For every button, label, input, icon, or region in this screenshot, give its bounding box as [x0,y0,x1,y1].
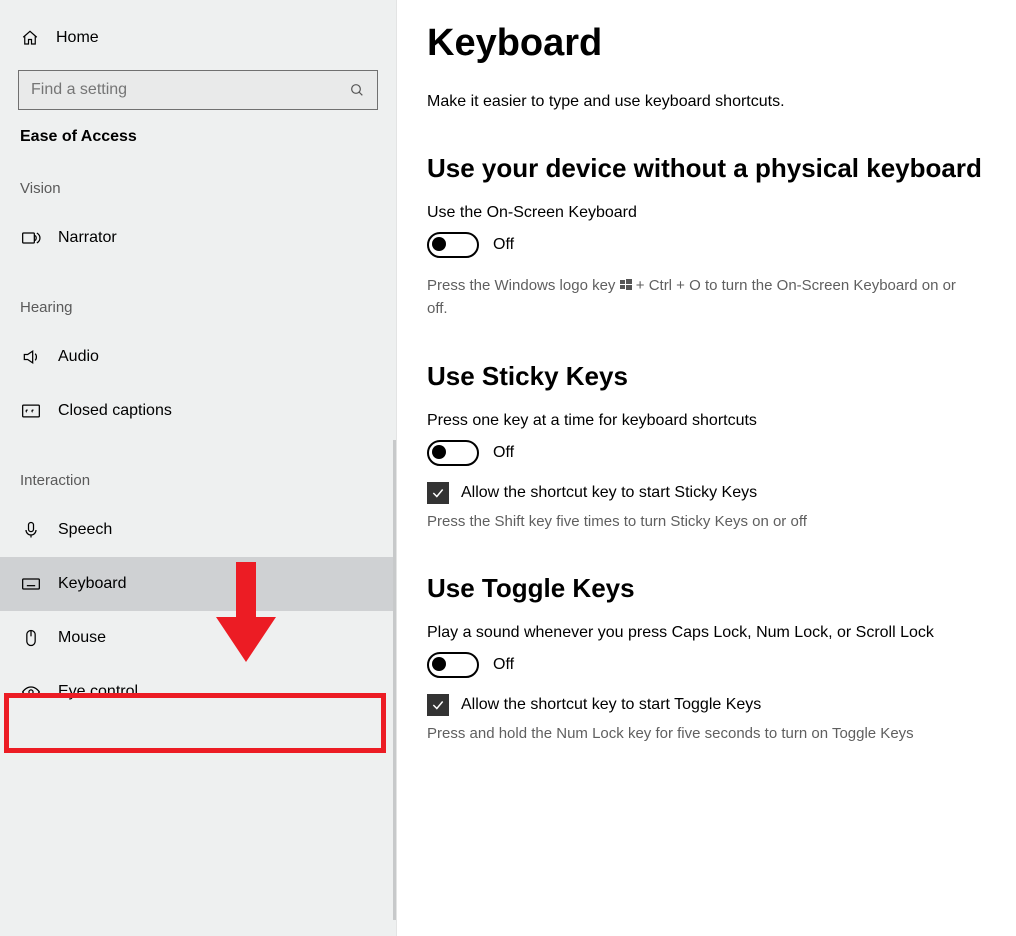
search-icon [349,82,367,98]
sticky-label: Press one key at a time for keyboard sho… [427,412,988,430]
group-hearing: Hearing [20,299,396,316]
section-sticky: Use Sticky Keys Press one key at a time … [427,361,988,533]
search-input[interactable] [29,80,349,100]
windows-key-icon [620,279,632,291]
page-subtitle: Make it easier to type and use keyboard … [427,93,988,111]
sidebar-item-label: Audio [58,348,99,366]
sticky-shortcut-checkbox[interactable]: Allow the shortcut key to start Sticky K… [427,482,988,504]
keyboard-icon [20,574,42,594]
group-vision: Vision [20,180,396,197]
checkbox-checked-icon [427,482,449,504]
sidebar-item-label: Eye control [58,683,138,701]
sticky-check-label: Allow the shortcut key to start Sticky K… [461,484,757,502]
sticky-toggle[interactable] [427,440,479,466]
togglekeys-heading: Use Toggle Keys [427,573,988,604]
audio-icon [20,347,42,367]
home-label: Home [56,29,99,47]
eye-icon [20,682,42,702]
sidebar-item-mouse[interactable]: Mouse [0,611,396,665]
togglekeys-shortcut-checkbox[interactable]: Allow the shortcut key to start Toggle K… [427,694,988,716]
togglekeys-check-label: Allow the shortcut key to start Toggle K… [461,696,761,714]
osk-toggle[interactable] [427,232,479,258]
captions-icon [20,401,42,421]
sidebar-item-label: Speech [58,521,112,539]
category-title: Ease of Access [20,128,396,146]
mouse-icon [20,628,42,648]
sidebar-item-eyecontrol[interactable]: Eye control [0,665,396,719]
sidebar-item-captions[interactable]: Closed captions [0,384,396,438]
sticky-toggle-state: Off [493,444,514,462]
settings-window: Home Ease of Access Vision Narrator [0,0,1016,936]
search-box[interactable] [18,70,378,110]
osk-hint: Press the Windows logo key + Ctrl + O to… [427,274,967,321]
section-osk: Use your device without a physical keybo… [427,153,988,321]
togglekeys-toggle-state: Off [493,656,514,674]
togglekeys-toggle[interactable] [427,652,479,678]
sidebar-item-keyboard[interactable]: Keyboard [0,557,396,611]
sidebar-item-label: Closed captions [58,402,172,420]
sidebar-scrollbar[interactable] [393,440,396,920]
narrator-icon [20,228,42,248]
home-button[interactable]: Home [20,18,396,58]
group-interaction: Interaction [20,472,396,489]
sidebar-item-label: Keyboard [58,575,127,593]
osk-label: Use the On-Screen Keyboard [427,204,988,222]
sticky-heading: Use Sticky Keys [427,361,988,392]
content-pane: Keyboard Make it easier to type and use … [397,0,1016,936]
sidebar-item-label: Mouse [58,629,106,647]
sidebar-item-speech[interactable]: Speech [0,503,396,557]
checkbox-checked-icon [427,694,449,716]
home-icon [20,29,40,47]
togglekeys-label: Play a sound whenever you press Caps Loc… [427,624,988,642]
sidebar-item-audio[interactable]: Audio [0,330,396,384]
section-togglekeys: Use Toggle Keys Play a sound whenever yo… [427,573,988,745]
page-title: Keyboard [427,22,988,65]
osk-toggle-state: Off [493,236,514,254]
togglekeys-hint: Press and hold the Num Lock key for five… [427,722,967,745]
sidebar-item-label: Narrator [58,229,117,247]
sticky-hint: Press the Shift key five times to turn S… [427,510,967,533]
sidebar: Home Ease of Access Vision Narrator [0,0,397,936]
speech-icon [20,520,42,540]
osk-heading: Use your device without a physical keybo… [427,153,988,184]
sidebar-item-narrator[interactable]: Narrator [0,211,396,265]
